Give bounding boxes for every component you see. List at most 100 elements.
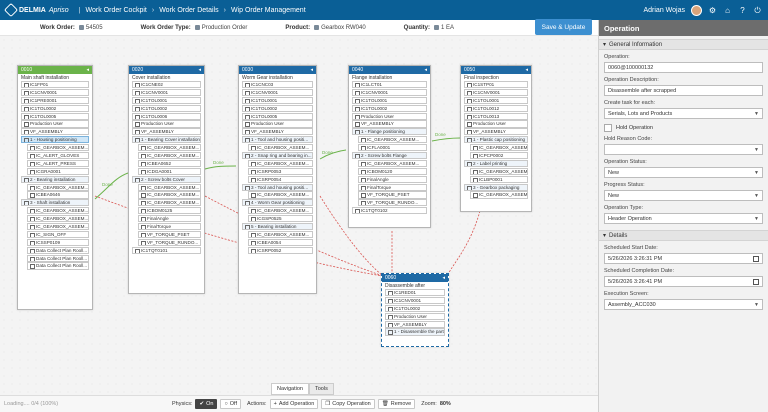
card-row[interactable]: 1 - Bearing Cover installation — [132, 136, 201, 144]
create-task-select[interactable]: Serials, Lots and Products ▼ — [604, 108, 763, 119]
card-row[interactable]: IC1LCT01 — [352, 81, 427, 89]
card-row[interactable]: ICGSP0525 — [248, 215, 313, 223]
tab-tools[interactable]: Tools — [309, 383, 334, 395]
card-row[interactable]: FinalTorque — [138, 223, 201, 231]
routing-canvas[interactable]: Done Done Done Done 0010 ◂ Main shaft ins… — [0, 36, 598, 412]
card-row[interactable]: IC_GEARBOX_ASSEM... — [470, 167, 528, 175]
card-row[interactable]: IC1TOL0001 — [352, 96, 427, 104]
card-row[interactable]: IC1TQT0101 — [132, 246, 201, 254]
home-icon[interactable]: ⌂ — [723, 6, 732, 15]
card-row[interactable]: FinalAngle — [358, 175, 427, 183]
card-row[interactable]: IC1TOL0012 — [464, 104, 528, 112]
card-row[interactable]: IC1CNV0001 — [385, 296, 445, 304]
card-row[interactable]: IC_GEARBOX_ASSEM... — [248, 207, 313, 215]
operation-status-select[interactable]: New ▼ — [604, 167, 763, 178]
card-row[interactable]: ICBEA0054 — [248, 238, 313, 246]
card-row[interactable]: IC_GEARBOX_ASSEM... — [27, 144, 89, 152]
card-row[interactable]: ICBOM0120 — [358, 167, 427, 175]
card-row[interactable]: IC1CNC03 — [242, 81, 313, 89]
card-row[interactable]: Production User — [464, 120, 528, 128]
card-row[interactable]: Production User — [21, 120, 89, 128]
card-row[interactable]: IC_SIGN_OFF — [27, 230, 89, 239]
card-row[interactable]: IC1TOL0001 — [132, 96, 201, 104]
card-row[interactable]: IC_GEARBOX_ASSEM... — [358, 159, 427, 167]
card-row[interactable]: ICBEA0652 — [138, 159, 201, 167]
collapse-icon[interactable]: ◂ — [310, 67, 313, 73]
card-row[interactable]: VF_TORQUE_RUNDO... — [358, 199, 427, 207]
hold-operation-checkbox[interactable] — [604, 123, 612, 132]
card-row[interactable]: FinalTorque — [358, 183, 427, 191]
card-row[interactable]: VF_TORQUE_RUNDO... — [138, 238, 201, 246]
card-row[interactable]: IC_GEARBOX_ASSEM... — [248, 144, 313, 152]
card-row[interactable]: IC_GEARBOX_ASSEM... — [358, 136, 427, 144]
card-row[interactable]: ICSRP0054 — [248, 175, 313, 183]
card-row[interactable]: IC1CNV0001 — [352, 88, 427, 96]
card-row[interactable]: Data Collect Plan Rooll... — [27, 246, 89, 254]
card-row[interactable]: IC_GEARBOX_ASSEM... — [138, 191, 201, 199]
card-row[interactable]: IC1TOL0002 — [385, 304, 445, 312]
card-row[interactable]: IC1TOL0005 — [242, 112, 313, 120]
card-row[interactable]: IC_GEARBOX_ASSEM... — [138, 183, 201, 191]
card-row[interactable]: IC_GEARBOX_ASSEM... — [27, 215, 89, 223]
card-row[interactable]: IC_GEARBOX_ASSEM... — [138, 152, 201, 160]
card-row[interactable]: 2 - Screw bolts Flange — [352, 152, 427, 160]
operation-description-field[interactable]: Disassemble after scrapped — [604, 85, 763, 96]
card-row[interactable]: IC1RED01 — [385, 289, 445, 297]
card-row[interactable]: 5 - Bearing installation — [242, 223, 313, 231]
collapse-icon[interactable]: ◂ — [442, 275, 445, 281]
save-update-button[interactable]: Save & Update — [535, 19, 592, 35]
card-row[interactable]: 3 - Gearbox packaging — [464, 183, 528, 191]
details-section[interactable]: ▾ Details — [599, 230, 768, 241]
card-row[interactable]: ICLBP0001 — [470, 175, 528, 183]
remove-button[interactable]: 🗑 Remove — [377, 399, 416, 409]
progress-status-select[interactable]: New ▼ — [604, 190, 763, 201]
card-row[interactable]: 4 - Worm Gear positioning — [242, 199, 313, 207]
card-row[interactable]: IC1TOL0006 — [132, 112, 201, 120]
card-row[interactable]: IC1PRE0001 — [21, 96, 89, 104]
card-row[interactable]: IC1TOL0002 — [242, 104, 313, 112]
card-row[interactable]: IC_GEARBOX_ASSEM... — [470, 191, 528, 199]
card-row[interactable]: IC1TOL0001 — [242, 96, 313, 104]
calendar-icon[interactable] — [753, 278, 759, 285]
card-row[interactable]: ICBOM0125 — [138, 207, 201, 215]
card-row[interactable]: ICDGA0001 — [138, 167, 201, 175]
tab-navigation[interactable]: Navigation — [271, 383, 309, 395]
card-row[interactable]: 1 - Housing positioning — [21, 136, 89, 144]
operation-card-0040[interactable]: 0040 ◂ Flange installation IC1LCT01 IC1CNV… — [348, 65, 431, 228]
card-row[interactable]: ICSSP0109 — [27, 238, 89, 246]
power-icon[interactable]: ⏻ — [753, 6, 762, 15]
card-row[interactable]: 2 - Snap ring and bearing in... — [242, 152, 313, 160]
card-row[interactable]: VF_TORQUE_PSET — [358, 191, 427, 199]
card-row[interactable]: IC1TOL0001 — [464, 96, 528, 104]
card-row[interactable]: ICSRP0053 — [248, 167, 313, 175]
breadcrumb-item-work-order-cockpit[interactable]: Work Order Cockpit — [86, 7, 147, 14]
card-row[interactable]: VF_ASSEMBLY — [385, 320, 445, 328]
card-row[interactable]: IC1CNV0001 — [464, 88, 528, 96]
operation-type-select[interactable]: Header Operation ▼ — [604, 213, 763, 224]
execution-screen-select[interactable]: Assembly_ACC030 ▼ — [604, 299, 763, 310]
card-row[interactable]: 2 - Label printing — [464, 159, 528, 167]
operation-card-0010[interactable]: 0010 ◂ Main shaft installation IC1FP01 IC1… — [17, 65, 93, 310]
app-logo[interactable]: DELMIA Apriso — [3, 2, 69, 18]
card-row[interactable]: IC_GEARBOX_ASSEM... — [27, 207, 89, 215]
card-row[interactable]: 1 - Plastic cap positioning — [464, 136, 528, 144]
card-row[interactable]: 1 - Disassemble the parts — [385, 328, 445, 336]
card-row[interactable]: IC1STP01 — [464, 81, 528, 89]
card-row[interactable]: Production User — [132, 120, 201, 128]
card-row[interactable]: IC_GEARBOX_ASSEM... — [248, 159, 313, 167]
card-row[interactable]: 2 - Screw bolts Cover — [132, 175, 201, 183]
collapse-icon[interactable]: ◂ — [198, 67, 201, 73]
card-row[interactable]: Production User — [352, 112, 427, 120]
card-row[interactable]: VF_ASSEMBLY — [352, 120, 427, 128]
card-row[interactable]: VF_ASSEMBLY — [464, 128, 528, 136]
card-row[interactable]: IC_GEARBOX_ASSEM... — [138, 199, 201, 207]
help-icon[interactable]: ? — [738, 6, 747, 15]
card-row[interactable]: 2 - Bearing installation — [21, 175, 89, 183]
card-row[interactable]: Data Collect Plan Rooll... — [27, 262, 89, 270]
operation-card-0020[interactable]: 0020 ◂ Cover installation IC1CNE02 IC1CNV0… — [128, 65, 205, 294]
card-row[interactable]: IC_GEARBOX_ASSEM... — [248, 191, 313, 199]
card-row[interactable]: IC1CNE02 — [132, 81, 201, 89]
card-row[interactable]: IC_GEARBOX_ASSEM... — [27, 183, 89, 191]
card-row[interactable]: 1 - Flange positioning — [352, 128, 427, 136]
card-row[interactable]: 3 - Tool and housing positi... — [242, 183, 313, 191]
